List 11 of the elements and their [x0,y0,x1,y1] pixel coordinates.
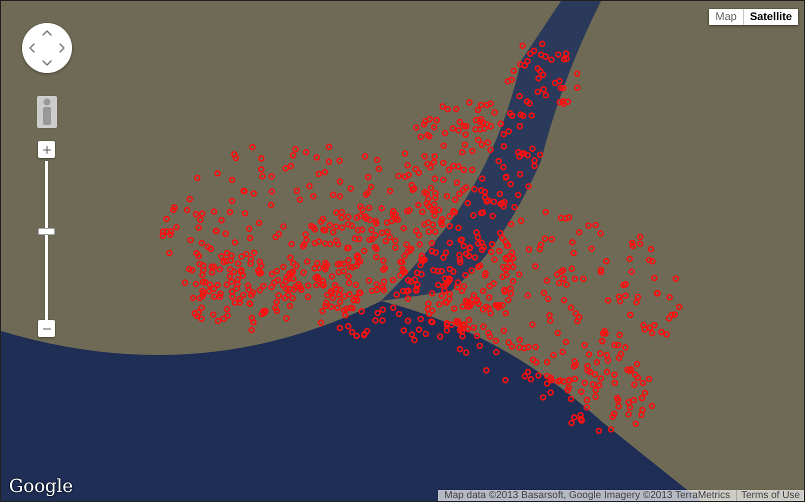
pan-control[interactable] [22,23,72,73]
plus-icon [40,144,52,156]
satellite-map[interactable]: Map Satellite Google Map data ©2013 Basarsoft, Google Imagery ©2013 TerraMetrics Terms of Use [0,0,805,502]
zoom-slider-thumb[interactable] [38,228,55,236]
map-type-tab[interactable]: Satellite [742,9,798,25]
terms-link[interactable]: Terms of Use [736,490,804,501]
attribution-text: Map data ©2013 Basarsoft, Google Imagery ©2013 TerraMetrics [443,490,732,501]
zoom-out-button[interactable] [38,320,55,337]
map-type-tab[interactable]: Map [709,9,743,25]
zoom-in-button[interactable] [38,141,55,158]
map-logo: Google [9,476,73,497]
